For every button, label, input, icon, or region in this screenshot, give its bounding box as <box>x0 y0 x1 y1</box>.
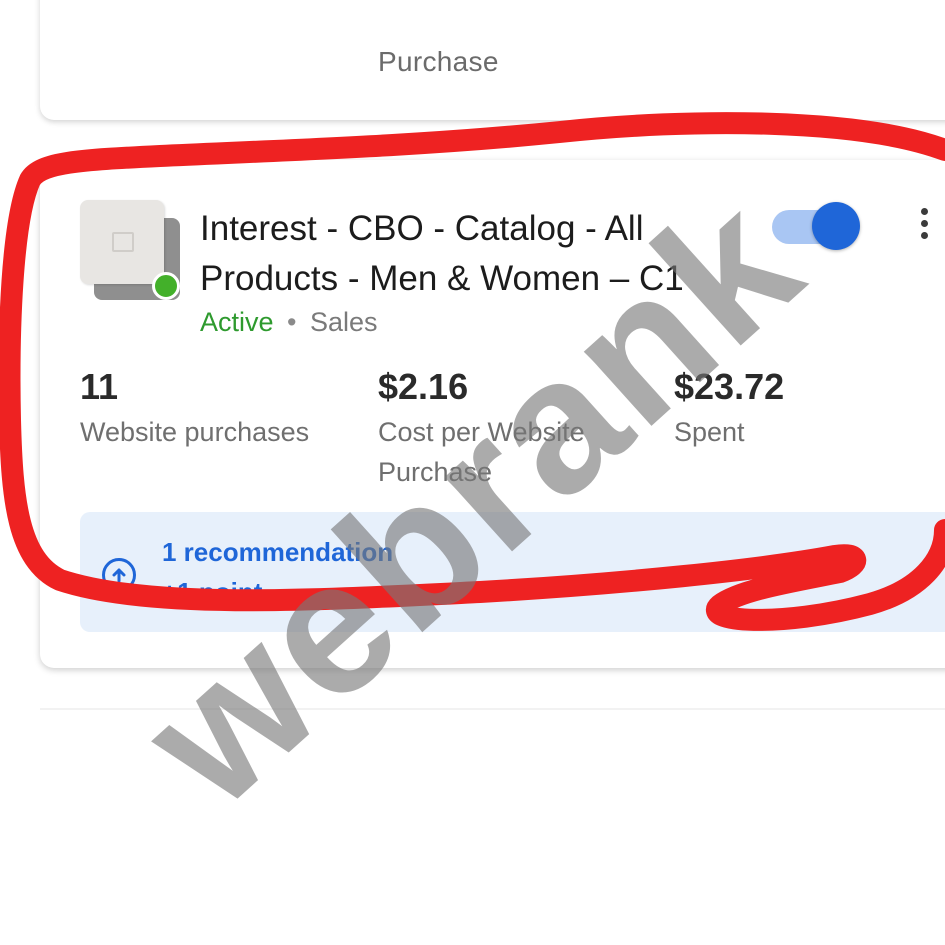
objective-label: Sales <box>310 307 378 337</box>
arrow-up-circle-icon <box>102 558 136 592</box>
previous-campaign-card[interactable]: Purchase <box>40 0 945 120</box>
active-status-dot <box>152 272 180 300</box>
metric-spent: $23.72 Spent <box>674 364 945 452</box>
metric-label: Spent <box>674 417 745 447</box>
screen: Purchase Interest - CBO - Catalog - All … <box>0 0 945 945</box>
image-placeholder-icon <box>112 232 134 252</box>
metric-label: Cost per Website Purchase <box>378 417 585 487</box>
thumbnail-image <box>80 200 164 284</box>
metric-cost-per-purchase: $2.16 Cost per Website Purchase <box>378 364 668 492</box>
metric-website-purchases: 11 Website purchases <box>80 364 370 452</box>
metric-value: 11 <box>80 366 119 407</box>
campaign-toggle[interactable] <box>770 202 862 250</box>
metric-value: $2.16 <box>378 366 469 407</box>
metric-value: $23.72 <box>674 366 785 407</box>
metric-label: Website purchases <box>80 417 310 447</box>
campaign-thumbnail[interactable] <box>80 200 180 300</box>
toggle-knob <box>812 202 860 250</box>
recommendation-banner[interactable]: 1 recommendation +1 point <box>80 512 945 632</box>
campaign-title[interactable]: Interest - CBO - Catalog - All Products … <box>200 204 760 304</box>
campaign-card[interactable]: Interest - CBO - Catalog - All Products … <box>40 160 945 668</box>
recommendation-points: +1 point <box>162 577 263 607</box>
recommendation-title: 1 recommendation <box>162 537 394 567</box>
status-separator: • <box>287 307 297 337</box>
campaign-status-line: Active • Sales <box>200 304 378 340</box>
list-divider <box>40 708 945 710</box>
previous-card-metric-label: Purchase <box>378 46 499 77</box>
more-options-icon[interactable] <box>912 208 936 248</box>
status-label: Active <box>200 307 274 337</box>
